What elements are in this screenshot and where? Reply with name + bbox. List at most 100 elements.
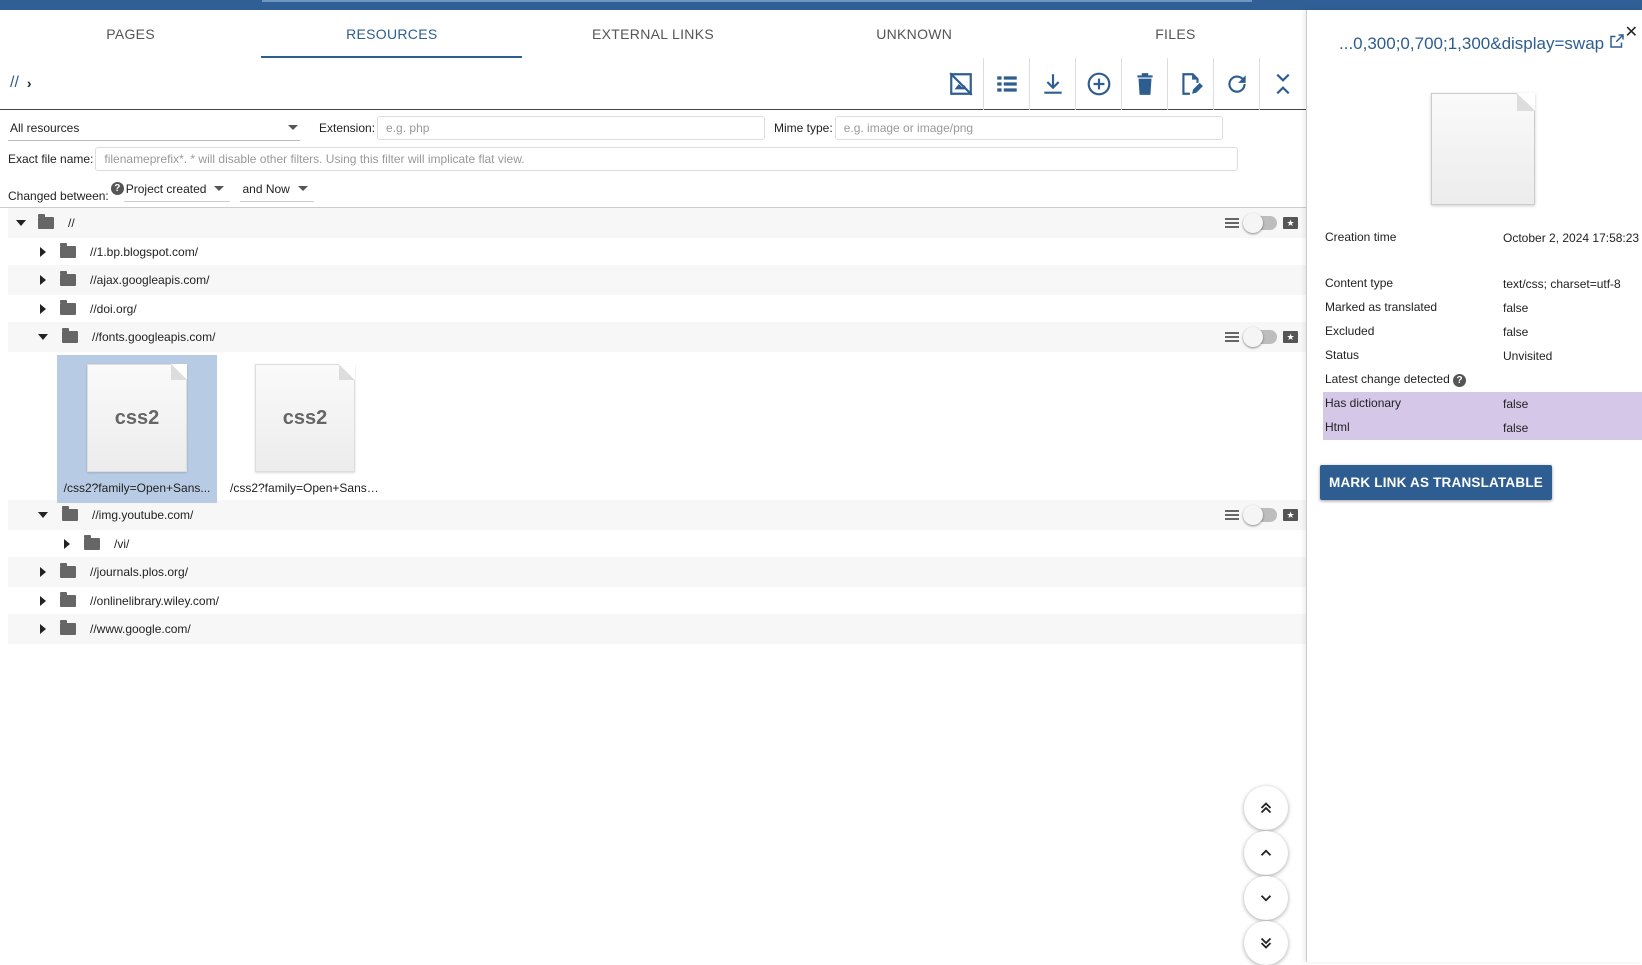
folder-icon xyxy=(84,535,100,550)
tab-external-links[interactable]: EXTERNAL LINKS xyxy=(522,10,783,58)
refresh-button[interactable] xyxy=(1214,58,1260,110)
folder-star-icon[interactable]: ★ xyxy=(1283,331,1298,343)
tree-row[interactable]: /vi/ xyxy=(8,529,1306,559)
filters-panel: All resources Extension: Mime type: Exac… xyxy=(0,111,1306,207)
property-key-text: Latest change detected xyxy=(1325,372,1450,386)
chevron-down-icon xyxy=(288,125,298,130)
exact-file-name-input[interactable] xyxy=(95,147,1239,171)
resource-type-value: All resources xyxy=(10,120,80,135)
property-row: Content type text/css; charset=utf-8 xyxy=(1323,272,1642,296)
menu-icon[interactable] xyxy=(1225,218,1239,228)
tree-row-root[interactable]: // ★ xyxy=(8,208,1306,238)
file-thumbnail: css2 xyxy=(255,364,355,472)
property-row: Status Unvisited xyxy=(1323,344,1642,368)
edit-document-button[interactable] xyxy=(1168,58,1214,110)
menu-icon[interactable] xyxy=(1225,332,1239,342)
download-button[interactable] xyxy=(1030,58,1076,110)
toggle-switch[interactable] xyxy=(1243,213,1277,233)
property-key: Marked as translated xyxy=(1325,300,1438,314)
mime-type-input[interactable] xyxy=(834,116,1223,140)
property-row: Creation time October 2, 2024 17:58:23 xyxy=(1323,226,1642,272)
property-row-highlighted: Has dictionary false xyxy=(1323,392,1642,416)
row-controls: ★ xyxy=(1225,327,1298,347)
resource-type-select[interactable]: All resources xyxy=(8,115,300,141)
folder-star-icon[interactable]: ★ xyxy=(1283,217,1298,229)
tree-label: //1.bp.blogspot.com/ xyxy=(90,245,199,259)
changed-from-select[interactable]: Project created xyxy=(123,176,231,202)
property-row-highlighted: Html false xyxy=(1323,416,1642,440)
chevron-down-icon xyxy=(214,186,225,191)
expand-arrow-icon[interactable] xyxy=(38,334,48,340)
property-row: Latest change detected ? xyxy=(1323,368,1642,392)
expand-arrow-icon[interactable] xyxy=(64,539,70,549)
expand-arrow-icon[interactable] xyxy=(40,247,46,257)
file-card[interactable]: css2 /css2?family=Open+Sans:... xyxy=(225,355,385,503)
folder-star-icon[interactable]: ★ xyxy=(1283,509,1298,521)
resource-title[interactable]: ...0,300;0,700;1,300&display=swap xyxy=(1339,32,1626,55)
add-button[interactable] xyxy=(1076,58,1122,110)
scroll-top-button[interactable] xyxy=(1244,786,1288,830)
tree-label: /vi/ xyxy=(114,537,130,551)
expand-arrow-icon[interactable] xyxy=(40,624,46,634)
mark-translatable-button[interactable]: MARK LINK AS TRANSLATABLE xyxy=(1320,465,1552,500)
tree-row[interactable]: //img.youtube.com/ ★ xyxy=(8,500,1306,530)
chevron-down-icon xyxy=(1260,895,1272,902)
expand-arrow-icon[interactable] xyxy=(40,275,46,285)
property-value: false xyxy=(1503,325,1529,339)
tree-row[interactable]: //journals.plos.org/ xyxy=(8,557,1306,587)
row-controls: ★ xyxy=(1225,213,1298,233)
expand-arrow-icon[interactable] xyxy=(38,512,48,518)
collapse-all-button[interactable] xyxy=(1260,58,1306,110)
menu-icon[interactable] xyxy=(1225,510,1239,520)
tree-row[interactable]: //1.bp.blogspot.com/ xyxy=(8,237,1306,267)
expand-arrow-icon[interactable] xyxy=(40,304,46,314)
file-card-selected[interactable]: css2 /css2?family=Open+Sans... xyxy=(57,355,217,503)
mime-type-label: Mime type: xyxy=(774,121,833,135)
tab-pages[interactable]: PAGES xyxy=(0,10,261,58)
toggle-thumbnails-button[interactable] xyxy=(938,58,984,110)
help-icon[interactable]: ? xyxy=(110,181,124,195)
tree-row[interactable]: //ajax.googleapis.com/ xyxy=(8,265,1306,295)
toggle-switch[interactable] xyxy=(1243,327,1277,347)
property-value: false xyxy=(1503,421,1529,435)
folder-icon xyxy=(60,620,76,635)
folder-icon xyxy=(38,214,54,229)
tree-label: //img.youtube.com/ xyxy=(92,508,194,522)
changed-to-select[interactable]: and Now xyxy=(240,176,314,202)
property-key: Has dictionary xyxy=(1325,396,1402,410)
breadcrumb-chevron-icon[interactable]: › xyxy=(27,75,32,91)
tab-unknown[interactable]: UNKNOWN xyxy=(784,10,1045,58)
folder-icon xyxy=(60,271,76,286)
details-panel: ✕ ...0,300;0,700;1,300&display=swap Crea… xyxy=(1306,10,1642,962)
expand-arrow-icon[interactable] xyxy=(40,567,46,577)
property-key: Content type xyxy=(1325,276,1394,290)
tab-resources[interactable]: RESOURCES xyxy=(261,10,523,58)
property-value: October 2, 2024 17:58:23 xyxy=(1503,231,1640,245)
delete-button[interactable] xyxy=(1122,58,1168,110)
expand-arrow-icon[interactable] xyxy=(16,220,26,226)
double-chevron-down-icon xyxy=(1260,937,1272,949)
close-icon[interactable]: ✕ xyxy=(1625,22,1638,42)
open-external-icon[interactable] xyxy=(1608,32,1626,55)
tree-row[interactable]: //www.google.com/ xyxy=(8,614,1306,644)
tab-files[interactable]: FILES xyxy=(1045,10,1306,58)
property-key: Status xyxy=(1325,348,1360,362)
expand-arrow-icon[interactable] xyxy=(40,596,46,606)
folder-icon xyxy=(60,592,76,607)
toggle-switch[interactable] xyxy=(1243,505,1277,525)
property-key: Latest change detected ? xyxy=(1323,372,1503,387)
tree-row[interactable]: //doi.org/ xyxy=(8,294,1306,324)
list-view-button[interactable] xyxy=(984,58,1030,110)
tree-row[interactable]: //onlinelibrary.wiley.com/ xyxy=(8,586,1306,616)
scroll-bottom-button[interactable] xyxy=(1244,921,1288,965)
delete-icon xyxy=(1136,73,1153,95)
help-icon[interactable]: ? xyxy=(1453,374,1467,387)
scroll-up-button[interactable] xyxy=(1244,831,1288,875)
scroll-down-button[interactable] xyxy=(1244,876,1288,920)
extension-input[interactable] xyxy=(377,116,766,140)
property-value: false xyxy=(1503,301,1529,315)
tree-row[interactable]: //fonts.googleapis.com/ ★ xyxy=(8,322,1306,352)
add-circle-icon xyxy=(1087,72,1110,96)
breadcrumb-root[interactable]: // xyxy=(10,74,19,92)
property-key: Creation time xyxy=(1325,230,1397,244)
